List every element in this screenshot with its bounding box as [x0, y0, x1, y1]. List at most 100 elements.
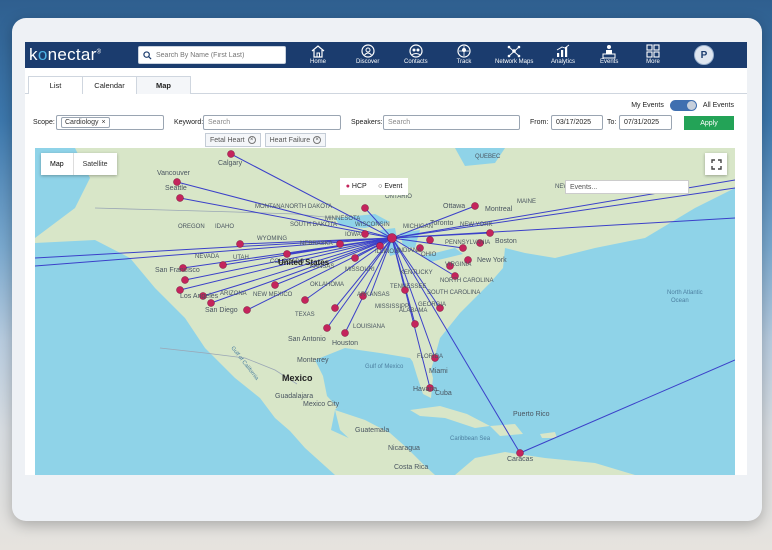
map-label: Ottawa — [443, 203, 465, 210]
scope-chip: Cardiology × — [61, 117, 110, 128]
map-label: Monterrey — [297, 357, 329, 364]
fullscreen-button[interactable] — [705, 153, 727, 175]
map-label: Calgary — [218, 160, 243, 167]
map-label: North Atlantic — [667, 290, 703, 296]
map-label: Caribbean Sea — [450, 436, 491, 442]
map-label: NORTH DAKOTA — [285, 204, 332, 210]
keyword-chip: Heart Failure × — [264, 133, 327, 147]
map-label: San Diego — [205, 307, 238, 314]
speakers-input[interactable]: Search — [383, 115, 520, 130]
contacts-icon — [409, 44, 423, 58]
discover-icon — [361, 44, 375, 58]
map-label: Seattle — [165, 185, 187, 192]
map-label: NORTH CAROLINA — [440, 278, 494, 284]
nav-more[interactable]: More — [645, 44, 661, 65]
keyword-label: Keyword: — [174, 119, 204, 126]
map-type-control: Map Satellite — [41, 153, 117, 175]
keyword-chips: Fetal Heart × Heart Failure × — [205, 133, 327, 147]
map-label: UTAH — [233, 255, 249, 261]
map-canvas[interactable]: Calgary Vancouver Seattle OREGON IDAHO M… — [35, 148, 735, 475]
map-label: Miami — [429, 368, 448, 375]
map-label: MONTANA — [255, 204, 285, 210]
map-label: New York — [477, 257, 507, 264]
map-label: PENNSYLVANIA — [445, 240, 490, 246]
speakers-label: Speakers: — [351, 119, 383, 126]
tab-list[interactable]: List — [28, 76, 83, 94]
map-label: MISSOURI — [345, 267, 375, 273]
scope-label: Scope: — [33, 119, 55, 126]
tab-map[interactable]: Map — [136, 76, 191, 94]
search-icon — [143, 50, 152, 60]
map-label: NEVADA — [195, 254, 219, 260]
map-label: OKLAHOMA — [310, 282, 344, 288]
map-label: Toronto — [430, 220, 453, 227]
apply-button[interactable]: Apply — [684, 116, 734, 130]
fullscreen-icon — [710, 158, 722, 170]
map-type-satellite-button[interactable]: Satellite — [74, 153, 117, 175]
keyword-input[interactable]: Search — [203, 115, 341, 130]
map-label: LOUISIANA — [353, 324, 385, 330]
all-events-label: All Events — [702, 102, 734, 109]
nav-home[interactable]: Home — [310, 44, 326, 65]
events-map[interactable]: Calgary Vancouver Seattle OREGON IDAHO M… — [35, 148, 735, 475]
user-avatar[interactable]: P — [694, 45, 714, 65]
grid-icon — [646, 44, 660, 58]
to-label: To: — [607, 119, 617, 126]
nav-contacts[interactable]: Contacts — [404, 44, 428, 65]
from-label: From: — [530, 119, 549, 126]
map-legend: ● HCP ○ Event — [340, 178, 408, 195]
network-icon — [507, 45, 521, 58]
nav-analytics[interactable]: Analytics — [551, 44, 575, 65]
map-label: TENNESSEE — [390, 284, 426, 290]
nav-events[interactable]: Events — [600, 44, 618, 65]
map-label: TEXAS — [295, 312, 315, 318]
map-label: Puerto Rico — [513, 411, 550, 418]
map-label: Mexico City — [303, 401, 340, 408]
remove-chip-icon[interactable]: × — [247, 136, 256, 144]
map-label: United States — [278, 258, 330, 267]
map-label: MICHIGAN — [403, 224, 433, 230]
map-label: NEW YORK — [460, 222, 493, 228]
map-label: WYOMING — [257, 236, 287, 242]
map-type-map-button[interactable]: Map — [41, 153, 74, 175]
map-label: San Francisco — [155, 267, 200, 274]
map-label: SOUTH DAKOTA — [290, 222, 337, 228]
my-events-label: My Events — [631, 102, 664, 109]
map-label: Caracas — [507, 456, 534, 463]
tab-calendar[interactable]: Calendar — [82, 76, 137, 94]
nav-track[interactable]: Track — [456, 44, 472, 65]
remove-chip-icon[interactable]: × — [313, 136, 322, 144]
map-label: Houston — [332, 340, 358, 347]
app-window: konectar® Home Discover Contacts Track N… — [25, 42, 747, 475]
map-label: Gulf of Mexico — [365, 364, 404, 370]
search-input[interactable] — [156, 51, 281, 59]
scope-field[interactable]: Cardiology × — [56, 115, 164, 130]
event-pin-icon: ○ — [378, 183, 383, 190]
map-label: WISCONSIN — [355, 222, 390, 228]
hcp-legend-item: ● HCP — [345, 183, 367, 190]
events-search-input[interactable]: Events... — [565, 180, 689, 194]
konectar-logo[interactable]: konectar® — [29, 45, 101, 65]
global-search[interactable] — [138, 46, 286, 64]
events-scope-toggle: My Events All Events — [631, 100, 734, 111]
events-toggle-switch[interactable] — [669, 100, 697, 111]
map-label: SOUTH CAROLINA — [427, 290, 480, 296]
nav-network-maps[interactable]: Network Maps — [495, 44, 533, 65]
map-label: Vancouver — [157, 170, 191, 177]
map-label: Boston — [495, 238, 517, 245]
map-label: GEORGIA — [418, 302, 446, 308]
view-tabs: List Calendar Map — [25, 76, 747, 94]
map-label: ARIZONA — [220, 291, 247, 297]
nav-discover[interactable]: Discover — [356, 44, 379, 65]
map-label: San Antonio — [288, 336, 326, 343]
keyword-chip: Fetal Heart × — [205, 133, 261, 147]
map-label: QUEBEC — [475, 154, 501, 160]
map-label: VIRGINIA — [445, 262, 471, 268]
home-icon — [311, 45, 325, 58]
to-date-input[interactable]: 07/31/2025 — [619, 115, 672, 130]
top-navigation-bar: konectar® Home Discover Contacts Track N… — [25, 42, 747, 68]
map-label: NEBRASKA — [300, 241, 333, 247]
map-label: Nicaragua — [388, 445, 420, 452]
remove-chip-icon[interactable]: × — [101, 119, 105, 126]
from-date-input[interactable]: 03/17/2025 — [551, 115, 603, 130]
